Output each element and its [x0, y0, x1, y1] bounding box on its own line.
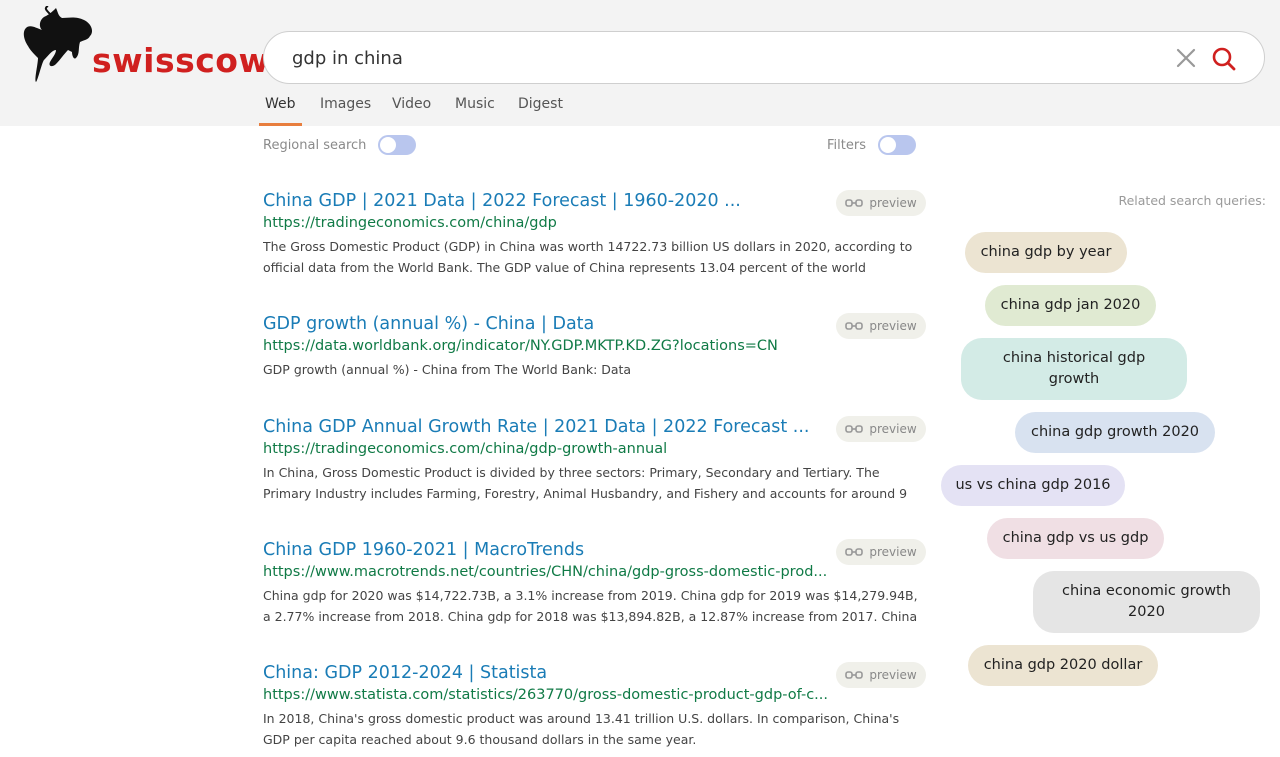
preview-label: preview [869, 668, 917, 682]
search-input[interactable] [292, 44, 1152, 72]
related-query-pill[interactable]: china historical gdp growth [961, 338, 1187, 400]
glasses-icon [845, 199, 864, 207]
result-title[interactable]: China GDP 1960-2021 | MacroTrends [263, 539, 833, 561]
glasses-icon [845, 671, 864, 679]
preview-label: preview [869, 545, 917, 559]
search-result: preview China GDP | 2021 Data | 2022 For… [263, 190, 928, 278]
preview-label: preview [869, 422, 917, 436]
regional-search-toggle-row: Regional search [263, 134, 417, 156]
swisscows-logo[interactable]: swisscows [20, 6, 289, 82]
result-snippet: GDP growth (annual %) - China from The W… [263, 362, 632, 377]
result-url[interactable]: https://www.macrotrends.net/countries/CH… [263, 561, 833, 583]
search-result: preview China: GDP 2012-2024 | Statista … [263, 662, 928, 750]
cow-logo-icon [23, 6, 93, 82]
related-queries-heading: Related search queries: [1118, 193, 1266, 208]
search-icon[interactable] [1211, 46, 1237, 72]
filters-label: Filters [827, 137, 866, 153]
result-snippet: In 2018, China's gross domestic product … [263, 711, 900, 747]
search-result: preview GDP growth (annual %) - China | … [263, 313, 928, 380]
preview-button[interactable]: preview [836, 539, 926, 565]
preview-button[interactable]: preview [836, 662, 926, 688]
close-icon[interactable] [1175, 47, 1197, 69]
result-url[interactable]: https://tradingeconomics.com/china/gdp-g… [263, 438, 928, 460]
regional-search-label: Regional search [263, 137, 367, 153]
header: swisscows Web Images Video Music Digest [0, 0, 1280, 126]
filters-toggle[interactable] [877, 135, 916, 155]
result-snippet: In China, Gross Domestic Product is divi… [263, 465, 908, 501]
related-query-pill[interactable]: china gdp growth 2020 [1015, 412, 1215, 453]
related-query-pill[interactable]: china gdp 2020 dollar [968, 645, 1158, 686]
result-title[interactable]: China: GDP 2012-2024 | Statista [263, 662, 833, 684]
toggle-knob [879, 137, 896, 153]
search-bar [263, 31, 1265, 84]
result-title[interactable]: GDP growth (annual %) - China | Data [263, 313, 833, 335]
glasses-icon [845, 322, 864, 330]
result-title[interactable]: China GDP | 2021 Data | 2022 Forecast | … [263, 190, 833, 212]
related-query-pill[interactable]: china economic growth 2020 [1033, 571, 1260, 633]
result-url[interactable]: https://www.statista.com/statistics/2637… [263, 684, 833, 706]
tab-digest[interactable]: Digest [512, 92, 569, 126]
related-query-pill[interactable]: us vs china gdp 2016 [941, 465, 1125, 506]
preview-button[interactable]: preview [836, 416, 926, 442]
result-snippet: The Gross Domestic Product (GDP) in Chin… [263, 239, 913, 275]
regional-search-toggle[interactable] [378, 135, 417, 155]
toggle-knob [380, 137, 397, 153]
result-url[interactable]: https://data.worldbank.org/indicator/NY.… [263, 335, 928, 357]
preview-button[interactable]: preview [836, 313, 926, 339]
preview-label: preview [869, 196, 917, 210]
result-snippet: China gdp for 2020 was $14,722.73B, a 3.… [263, 588, 918, 624]
glasses-icon [845, 548, 864, 556]
result-title[interactable]: China GDP Annual Growth Rate | 2021 Data… [263, 416, 833, 438]
preview-label: preview [869, 319, 917, 333]
tab-music[interactable]: Music [449, 92, 501, 126]
filters-toggle-row: Filters [827, 134, 916, 156]
preview-button[interactable]: preview [836, 190, 926, 216]
related-query-pill[interactable]: china gdp vs us gdp [987, 518, 1164, 559]
search-result: preview China GDP Annual Growth Rate | 2… [263, 416, 928, 504]
search-result: preview China GDP 1960-2021 | MacroTrend… [263, 539, 928, 627]
tab-web[interactable]: Web [259, 92, 302, 126]
tab-images[interactable]: Images [314, 92, 377, 126]
result-url[interactable]: https://tradingeconomics.com/china/gdp [263, 212, 928, 234]
tab-video[interactable]: Video [386, 92, 437, 126]
related-query-pill[interactable]: china gdp by year [965, 232, 1127, 273]
logo-text: swisscows [92, 41, 290, 80]
glasses-icon [845, 425, 864, 433]
related-query-pill[interactable]: china gdp jan 2020 [985, 285, 1156, 326]
